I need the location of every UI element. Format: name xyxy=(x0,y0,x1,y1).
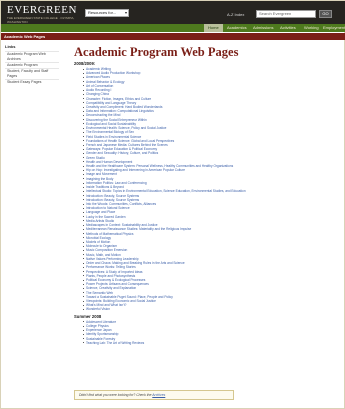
section-bar: Academic Web Pages xyxy=(1,33,345,40)
nav-employment[interactable]: Employment xyxy=(323,24,345,32)
nav-academics[interactable]: Academics xyxy=(227,24,247,32)
sidebar-link-student-pages[interactable]: Student, Faculty and Staff Pages xyxy=(5,68,59,79)
sidebar-heading: Links xyxy=(5,44,16,49)
az-index-link[interactable]: A-Z Index xyxy=(227,12,244,17)
main-nav: Home Academics Admissions Activities Wor… xyxy=(1,24,345,32)
search-go-button[interactable]: GO xyxy=(319,10,332,18)
section-bar-label: Academic Web Pages xyxy=(4,34,46,39)
program-link[interactable]: Teaching Lab: The Art of Writing Reviews xyxy=(83,341,340,345)
nav-home[interactable]: Home xyxy=(204,24,223,32)
section-heading-2008: 2008/2009: xyxy=(74,61,96,66)
section-heading-summer: Summer 2008 xyxy=(74,313,102,319)
archive-notice: Didn't find what you were looking for? C… xyxy=(74,390,234,400)
sidebar-link-essay-pages[interactable]: Student Essay Pages xyxy=(5,79,59,85)
page-title: Academic Program Web Pages xyxy=(74,45,239,59)
select-arrow-icon: ▾ xyxy=(124,10,127,15)
search-input[interactable]: Search Evergreen xyxy=(256,10,316,18)
archives-link[interactable]: Archives xyxy=(152,393,165,397)
nav-admissions[interactable]: Admissions xyxy=(253,24,273,32)
resources-select[interactable]: Resources for... ▾ xyxy=(85,9,129,17)
nav-working[interactable]: Working xyxy=(304,24,319,32)
program-list-summer: Adolescent Literature College Physics Expe… xyxy=(83,320,340,345)
logo-subtitle: THE EVERGREEN STATE COLLEGE · OLYMPIA, W… xyxy=(7,16,75,24)
sidebar-link-archives[interactable]: Academic Program Web Archives xyxy=(5,51,59,62)
page-frame: EVERGREEN THE EVERGREEN STATE COLLEGE · … xyxy=(0,0,345,409)
program-list-2008: Academic Writing Advanced Audio Productio… xyxy=(83,67,340,312)
sidebar: Links Academic Program Web Archives Acad… xyxy=(5,44,59,85)
resources-select-value: Resources for... xyxy=(88,10,117,15)
nav-activities[interactable]: Activities xyxy=(280,24,296,32)
program-link[interactable]: Wonderful Vision xyxy=(83,307,340,311)
main-content: Academic Program Web Pages 2008/2009: Ac… xyxy=(74,45,340,345)
notice-text: Didn't find what you were looking for? C… xyxy=(79,393,152,397)
logo-wordmark: EVERGREEN xyxy=(7,4,77,16)
